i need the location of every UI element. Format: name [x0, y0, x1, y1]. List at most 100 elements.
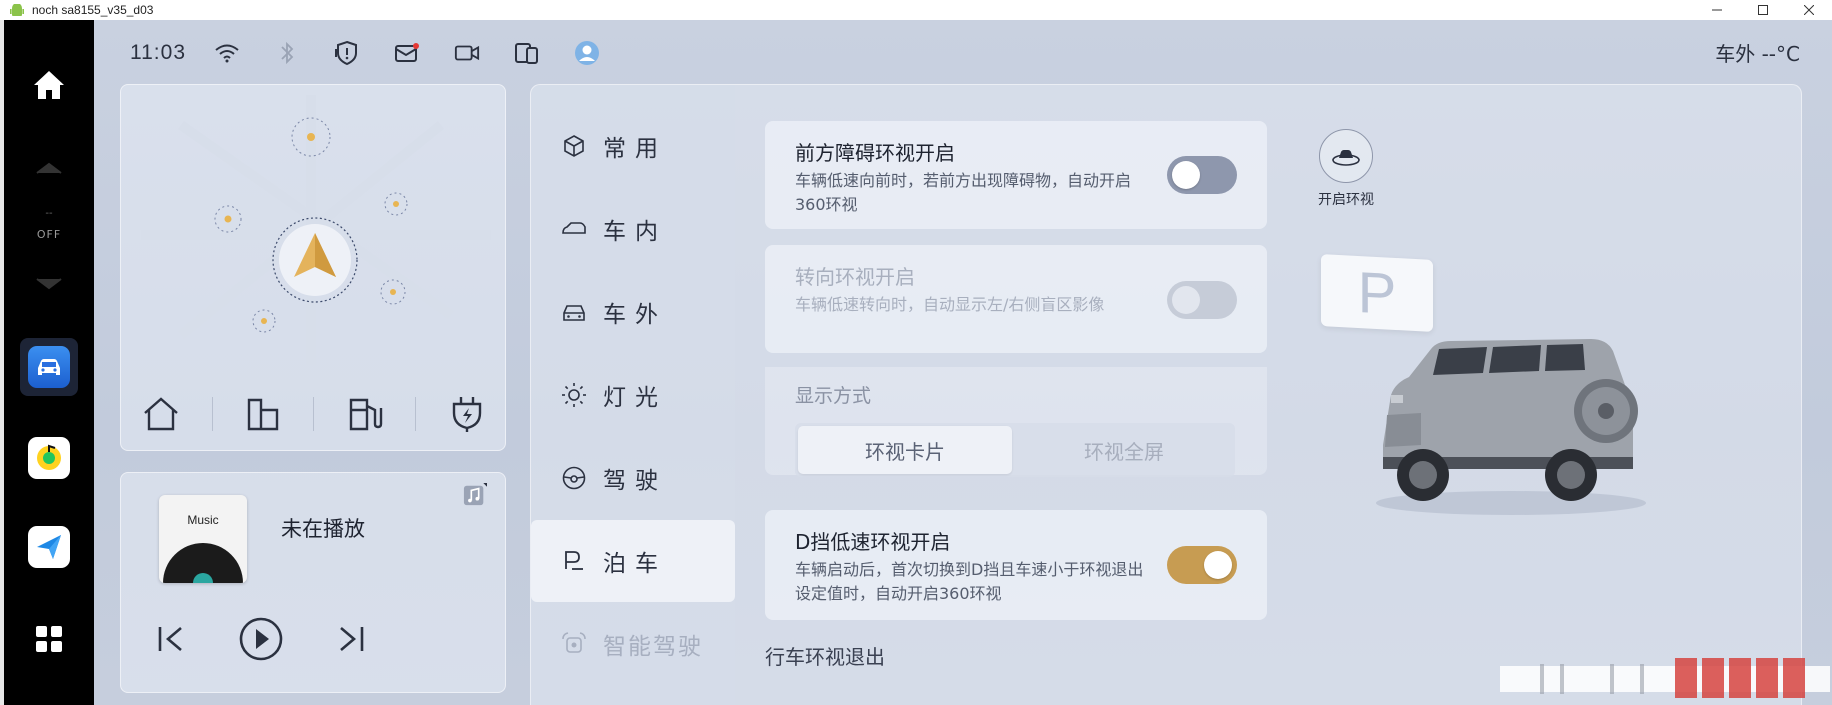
- menu-item-label: 车内: [603, 219, 667, 245]
- parking-icon: [561, 548, 587, 574]
- scroll-up-button[interactable]: [4, 158, 94, 178]
- fuel-icon: [349, 398, 383, 431]
- navigation-app[interactable]: [4, 525, 94, 569]
- play-button[interactable]: [231, 611, 291, 667]
- display-mode-section: 显示方式 环视卡片 环视全屏: [765, 367, 1267, 477]
- option-description: 车辆低速向前时，若前方出现障碍物，自动开启360环视: [795, 171, 1132, 214]
- message-icon[interactable]: [394, 40, 420, 66]
- window-titlebar: noch sa8155_v35_d03: [0, 0, 1832, 20]
- menu-item-label: 车外: [603, 302, 667, 328]
- minimize-button[interactable]: [1694, 0, 1740, 20]
- car-app-icon: [28, 346, 70, 388]
- map-graphic: [141, 95, 491, 365]
- building-icon: [247, 398, 279, 431]
- front-obstacle-option: 前方障碍环视开启 车辆低速向前时，若前方出现障碍物，自动开启360环视: [765, 121, 1267, 229]
- option-description: 车辆启动后，首次切换到D挡且车速小于环视退出设定值时，自动开启360环视: [795, 560, 1144, 603]
- menu-item-label: 智能驾驶: [603, 634, 703, 660]
- car-settings-app[interactable]: [4, 338, 94, 396]
- turn-view-toggle[interactable]: [1167, 281, 1237, 319]
- camera-icon[interactable]: [454, 40, 480, 66]
- grid-icon: [36, 626, 62, 652]
- bluetooth-icon[interactable]: [274, 40, 300, 66]
- outside-temperature: 车外 --°C: [1715, 42, 1800, 66]
- chevron-up-icon: [36, 162, 62, 174]
- menu-item-exterior[interactable]: 车外: [531, 271, 735, 353]
- option-title: D挡低速环视开启: [795, 530, 951, 554]
- display-mode-selector: 环视卡片 环视全屏: [795, 423, 1235, 477]
- home-icon: [34, 71, 64, 99]
- menu-item-label: 驾驶: [603, 468, 667, 494]
- parking-sign: P: [1321, 254, 1433, 332]
- shortcut-bar: [121, 384, 507, 444]
- navigation-app-icon: [28, 526, 70, 568]
- music-app-icon: [28, 437, 70, 479]
- settings-panel: 常用 车内 车外 灯光 驾驶 泊车 智能驾驶 前方障碍环视开启 车辆低速向前时，…: [530, 84, 1802, 705]
- steering-wheel-icon: [561, 465, 587, 491]
- display-mode-fullscreen[interactable]: 环视全屏: [1017, 426, 1231, 474]
- shield-icon[interactable]: [334, 40, 360, 66]
- home-button[interactable]: [4, 62, 94, 108]
- option-title: 前方障碍环视开启: [795, 141, 955, 165]
- status-bar: 11:03: [130, 36, 634, 70]
- watermark-graphic: [1500, 658, 1830, 698]
- map-widget[interactable]: [120, 84, 506, 451]
- car-screen: -- OFF 11:03 车外 --°C Music 未在播放 常用 车内 车外…: [0, 20, 1832, 705]
- d-gear-toggle[interactable]: [1167, 546, 1237, 584]
- previous-icon: [158, 627, 182, 651]
- charging-shortcut[interactable]: [437, 389, 497, 439]
- wifi-icon[interactable]: [214, 40, 240, 66]
- next-button[interactable]: [321, 611, 381, 667]
- plug-icon: [452, 397, 481, 432]
- phone-link-icon[interactable]: [514, 40, 540, 66]
- d-gear-option: D挡低速环视开启 车辆启动后，首次切换到D挡且车速小于环视退出设定值时，自动开启…: [765, 510, 1267, 620]
- menu-item-driving[interactable]: 驾驶: [531, 437, 735, 519]
- display-mode-card[interactable]: 环视卡片: [798, 426, 1012, 474]
- menu-item-common[interactable]: 常用: [531, 105, 735, 187]
- car-seat-icon: [561, 216, 587, 242]
- music-widget: Music 未在播放: [120, 472, 506, 693]
- open-surround-view-label: 开启环视: [1318, 192, 1374, 208]
- now-playing-text: 未在播放: [281, 517, 365, 541]
- menu-item-interior[interactable]: 车内: [531, 188, 735, 270]
- front-obstacle-toggle[interactable]: [1167, 156, 1237, 194]
- play-icon: [239, 617, 283, 661]
- display-mode-label: 显示方式: [795, 385, 872, 407]
- car-illustration: [1376, 339, 1646, 515]
- office-shortcut[interactable]: [233, 389, 293, 439]
- album-label: Music: [187, 513, 219, 527]
- sun-icon: [561, 382, 587, 408]
- off-dash: --: [45, 208, 53, 219]
- open-surround-view-button[interactable]: 开启环视: [1306, 129, 1386, 209]
- music-note-icon[interactable]: [463, 483, 487, 507]
- chevron-down-icon: [36, 278, 62, 290]
- driving-view-exit-label: 行车环视退出: [765, 645, 885, 669]
- assist-icon: [561, 631, 587, 657]
- home-shortcut[interactable]: [131, 389, 191, 439]
- cube-icon: [561, 133, 587, 159]
- clock: 11:03: [130, 41, 186, 64]
- menu-item-label: 灯光: [603, 385, 667, 411]
- settings-menu: 常用 车内 车外 灯光 驾驶 泊车 智能驾驶: [531, 85, 735, 705]
- menu-item-lights[interactable]: 灯光: [531, 354, 735, 436]
- album-art[interactable]: Music: [159, 495, 247, 583]
- menu-item-label: 泊车: [603, 551, 667, 577]
- option-description: 车辆低速转向时，自动显示左/右侧盲区影像: [795, 295, 1105, 314]
- menu-item-smart-driving[interactable]: 智能驾驶: [531, 603, 735, 685]
- car-front-icon: [561, 299, 587, 325]
- music-app[interactable]: [4, 436, 94, 480]
- android-icon: [10, 4, 24, 16]
- option-title: 转向环视开启: [795, 265, 915, 289]
- surround-view-icon: [1319, 129, 1373, 183]
- scroll-down-button[interactable]: [4, 274, 94, 294]
- gas-station-shortcut[interactable]: [335, 389, 395, 439]
- maximize-button[interactable]: [1740, 0, 1786, 20]
- off-label: OFF: [36, 228, 62, 241]
- avatar-icon[interactable]: [574, 40, 600, 66]
- menu-item-parking[interactable]: 泊车: [531, 520, 735, 602]
- dock: -- OFF: [4, 20, 94, 705]
- turn-view-option: 转向环视开启 车辆低速转向时，自动显示左/右侧盲区影像: [765, 245, 1267, 353]
- home-outline-icon: [144, 397, 178, 431]
- close-button[interactable]: [1786, 0, 1832, 20]
- previous-button[interactable]: [141, 611, 201, 667]
- app-grid-button[interactable]: [4, 620, 94, 658]
